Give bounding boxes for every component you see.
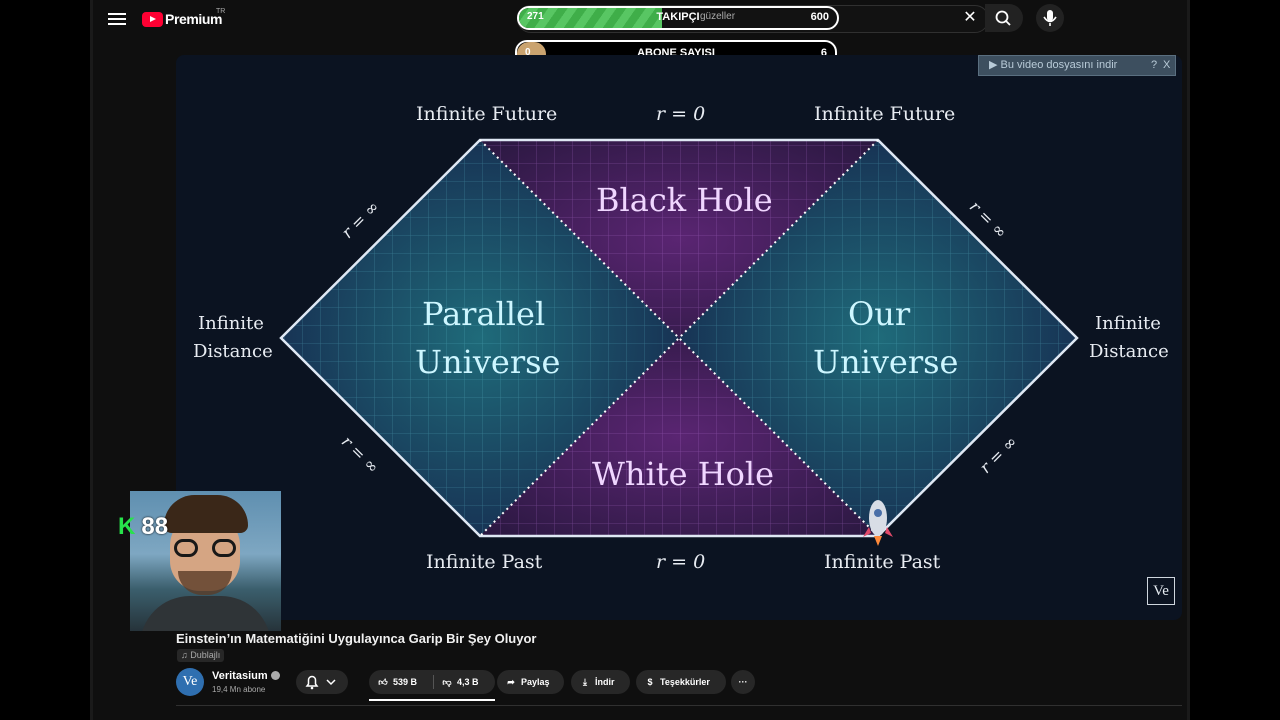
window-edge-left [90, 0, 93, 720]
download-help-icon[interactable]: ? [1151, 56, 1157, 75]
video-title: Einstein’ın Matematiğini Uygulayınca Gar… [176, 631, 537, 646]
channel-name-text[interactable]: Veritasium [212, 670, 268, 682]
more-icon: ··· [738, 677, 748, 687]
share-label: Paylaş [521, 677, 550, 687]
window-edge-right [1187, 0, 1190, 720]
clear-search-icon[interactable]: ✕ [961, 9, 979, 27]
dislike-count: 4,3 B [457, 677, 479, 687]
divider [176, 705, 1182, 706]
label-black-hole: Black Hole [596, 181, 773, 219]
mic-icon [1043, 10, 1057, 26]
dub-label: Dublajlı [190, 650, 221, 660]
kick-logo-letter: K [118, 513, 136, 540]
dub-icon: ♫ [181, 650, 191, 660]
label-bottom-right: Infinite Past [824, 551, 941, 573]
label-our-2: Universe [813, 343, 959, 381]
menu-icon[interactable] [108, 10, 126, 26]
label-r-inf-br: r = ∞ [975, 432, 1021, 477]
voice-search-button[interactable] [1036, 4, 1064, 32]
thumbs-down-icon: 👎︎ [442, 677, 452, 687]
bell-icon [305, 675, 336, 690]
youtube-play-icon [142, 11, 163, 27]
label-bottom-left: Infinite Past [426, 551, 543, 573]
download-icon: ⤓ [583, 677, 587, 687]
like-button[interactable]: 👍︎ 539 B [377, 670, 417, 694]
download-banner-text[interactable]: ▶ Bu video dosyasını indir [989, 56, 1117, 75]
label-r-inf-bl: r = ∞ [337, 432, 383, 477]
label-parallel-2: Universe [415, 343, 561, 381]
like-separator [433, 675, 434, 689]
channel-avatar[interactable]: Ve [176, 668, 204, 696]
kick-counter: 88 [141, 513, 169, 540]
like-count: 539 B [393, 677, 418, 687]
webcam-glasses [174, 539, 236, 557]
webcam-shirt [140, 596, 271, 631]
label-left-top: Infinite [198, 313, 264, 334]
label-r-inf-tr: r = ∞ [965, 197, 1011, 242]
label-top-left: Infinite Future [416, 103, 558, 125]
label-top-right: Infinite Future [814, 103, 956, 125]
like-dislike-group: 👍︎ 539 B 👎︎ 4,3 B [369, 670, 495, 694]
label-our-1: Our [848, 295, 911, 333]
video-player[interactable]: Infinite Future r = 0 Infinite Future In… [176, 55, 1182, 620]
search-button[interactable] [985, 4, 1023, 32]
label-left-bottom: Distance [193, 341, 273, 362]
download-video-banner[interactable]: ▶ Bu video dosyasını indir ? X [978, 55, 1176, 76]
kick-badge: K 88 [118, 514, 168, 540]
label-white-hole: White Hole [592, 455, 775, 493]
thumbs-up-icon: 👍︎ [378, 677, 388, 687]
download-label: İndir [595, 677, 615, 687]
share-button[interactable]: ➦ Paylaş [497, 670, 564, 694]
share-icon: ➦ [507, 677, 515, 687]
subscriber-count: 19,4 Mn abone [212, 685, 266, 694]
download-close-icon[interactable]: X [1163, 56, 1170, 75]
webcam-hair [164, 495, 248, 533]
download-button[interactable]: ⤓ İndir [571, 670, 630, 694]
dubbed-badge: ♫ Dublajlı [177, 649, 225, 662]
like-progress-underline [369, 699, 495, 701]
label-r-inf-tl: r = ∞ [337, 197, 383, 242]
label-top-mid: r = 0 [656, 103, 706, 125]
thanks-label: Teşekkürler [660, 677, 710, 687]
channel-name[interactable]: Veritasium [212, 670, 280, 682]
webcam-overlay [130, 491, 281, 631]
logo-country: TR [216, 8, 226, 15]
verified-icon [270, 671, 280, 680]
logo-text: Premium [165, 11, 223, 27]
thanks-icon: $ [647, 677, 653, 687]
dislike-button[interactable]: 👎︎ 4,3 B [441, 670, 479, 694]
label-right-bottom: Distance [1089, 341, 1169, 362]
webcam-beard [178, 571, 232, 595]
follower-label: TAKIPÇI [656, 11, 700, 23]
follower-target: 600 [810, 11, 829, 23]
label-bottom-mid: r = 0 [656, 551, 706, 573]
diagram-labels: Infinite Future r = 0 Infinite Future In… [176, 55, 1182, 620]
follower-goal-bar: 271 TAKIPÇI 600 [517, 6, 839, 30]
search-icon [995, 10, 1011, 26]
label-parallel-1: Parallel [422, 295, 546, 333]
youtube-premium-logo[interactable]: Premium TR [142, 8, 226, 29]
veritasium-watermark: Ve [1147, 577, 1175, 605]
notification-bell-button[interactable] [296, 670, 348, 694]
thanks-button[interactable]: $ Teşekkürler [636, 670, 726, 694]
more-actions-button[interactable]: ··· [731, 670, 755, 694]
label-right-top: Infinite [1095, 313, 1161, 334]
